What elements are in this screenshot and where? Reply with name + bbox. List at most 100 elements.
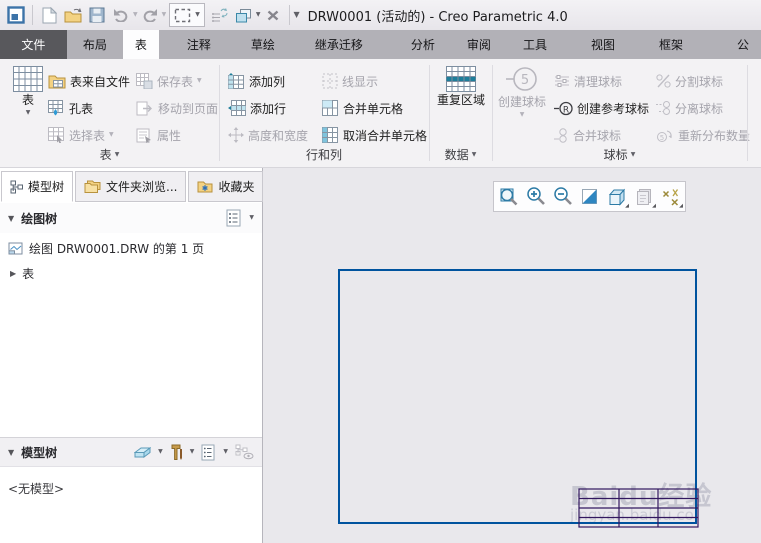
zoom-region-button[interactable] [496, 184, 521, 209]
tab-review[interactable]: 审阅 [455, 30, 503, 59]
display-style-arrow[interactable]: ◢ [625, 203, 629, 209]
merge-balloons-button[interactable]: 合并球标 [554, 123, 621, 147]
collapse-arrow-icon[interactable]: ▼ [8, 214, 14, 223]
merge-cells-icon [322, 100, 338, 116]
saved-views-button[interactable]: ◢ [631, 184, 656, 209]
tab-framework[interactable]: 框架 [647, 30, 695, 59]
window-arrange-button[interactable] [232, 2, 256, 28]
table-big-button[interactable]: 表 ▼ [6, 66, 50, 116]
move-to-page-button[interactable]: 移动到页面 [136, 96, 218, 120]
filter-arrow[interactable]: ▼ [158, 449, 163, 455]
tab-model-tree[interactable]: 模型树 [1, 171, 74, 202]
save-table-dropdown-arrow[interactable]: ▼ [197, 78, 202, 84]
height-width-button[interactable]: 高度和宽度 [228, 123, 308, 147]
table-big-dropdown-arrow[interactable]: ▼ [26, 109, 31, 116]
model-tree-icon [10, 180, 23, 193]
create-balloons-arrow[interactable]: ▼ [520, 111, 525, 118]
tools-icon[interactable] [170, 444, 183, 460]
tab-analysis[interactable]: 分析 [399, 30, 447, 59]
hole-table-button[interactable]: 孔表 [48, 96, 93, 120]
expand-arrow-icon[interactable]: ▶ [10, 269, 16, 278]
show-tree-disabled-icon[interactable] [235, 444, 254, 460]
save-table-button[interactable]: 保存表 ▼ [136, 69, 202, 93]
split-balloons-button[interactable]: 分割球标 [656, 69, 723, 93]
svg-text:5: 5 [521, 73, 529, 88]
tab-sketch[interactable]: 草绘 [239, 30, 287, 59]
open-file-button[interactable] [61, 2, 85, 28]
select-table-button[interactable]: 选择表 ▼ [48, 123, 114, 147]
datum-display-arrow[interactable]: ◢ [679, 203, 683, 209]
navigator-tabs: 模型树 文件夹浏览... 收藏夹 [1, 171, 264, 202]
tab-favorites[interactable]: 收藏夹 [188, 171, 264, 202]
in-graphics-toolbar: ◢ ◢ ◢ [493, 181, 686, 212]
cleanup-balloons-button[interactable]: 清理球标 [554, 69, 622, 93]
tab-annotate[interactable]: 注释 [175, 30, 223, 59]
add-row-button[interactable]: 添加行 [228, 96, 286, 120]
redistribute-qty-button[interactable]: 5 重新分布数量 [656, 123, 750, 147]
balloon-group-label[interactable]: 球标 ▼ [492, 146, 747, 163]
tree-item-drawing-page[interactable]: 绘图 DRW0001.DRW 的第 1 页 [8, 240, 204, 257]
tab-view[interactable]: 视图 [579, 30, 627, 59]
zoom-out-button[interactable] [550, 184, 575, 209]
tree-list-settings-icon[interactable] [201, 444, 216, 461]
selection-filter-toggle[interactable]: ▼ [169, 3, 205, 27]
merge-cells-button[interactable]: 合并单元格 [322, 96, 403, 120]
line-display-button[interactable]: 线显示 [322, 69, 378, 93]
selection-filter-arrow[interactable]: ▼ [195, 12, 200, 18]
tab-folder-browser[interactable]: 文件夹浏览... [75, 171, 187, 202]
repeat-region-big-button[interactable]: 重复区域 [433, 66, 489, 108]
tab-file[interactable]: 文件 [0, 30, 67, 59]
display-style-button[interactable]: ◢ [604, 184, 629, 209]
add-column-button[interactable]: 添加列 [228, 69, 285, 93]
repaint-button[interactable] [577, 184, 602, 209]
tools-arrow[interactable]: ▼ [190, 449, 195, 455]
table-properties-button[interactable]: 属性 [136, 123, 181, 147]
save-button[interactable] [85, 2, 109, 28]
redo-dropdown-arrow[interactable]: ▼ [162, 12, 167, 18]
collapse-arrow-icon[interactable]: ▼ [8, 448, 14, 457]
regenerate-button[interactable] [208, 2, 232, 28]
merge-balloons-icon [554, 127, 567, 143]
ribbon-tab-strip: 文件 布局 表 注释 草绘 继承迁移 分析 审阅 工具 视图 框架 公 [0, 30, 761, 59]
redo-button[interactable] [138, 2, 162, 28]
undo-button[interactable] [109, 2, 133, 28]
title-bar: ▼ ▼ ▼ ▼ ▼ DRW0001 (活动的) - Creo Parametri… [0, 0, 761, 30]
select-table-dropdown-arrow[interactable]: ▼ [109, 132, 114, 138]
data-group-label[interactable]: 数据 ▼ [429, 146, 492, 163]
table-from-file-button[interactable]: 表来自文件 [48, 69, 130, 93]
filter-box-icon[interactable] [134, 446, 152, 459]
tab-legacy-migration[interactable]: 继承迁移 [303, 30, 375, 59]
no-model-label: <无模型> [8, 482, 65, 496]
group-separator [747, 65, 748, 161]
line-display-icon [322, 73, 338, 89]
height-width-icon [228, 127, 244, 143]
new-file-button[interactable] [37, 2, 61, 28]
tree-item-table[interactable]: ▶ 表 [10, 265, 34, 282]
favorites-folder-icon [197, 181, 213, 193]
saved-views-arrow[interactable]: ◢ [652, 203, 656, 209]
tab-tools[interactable]: 工具 [511, 30, 559, 59]
selection-box-icon [175, 8, 191, 22]
svg-text:R: R [563, 105, 569, 115]
redistribute-icon: 5 [657, 130, 672, 142]
create-ref-balloon-button[interactable]: R 创建参考球标 [554, 96, 649, 120]
detach-balloons-button[interactable]: 分离球标 [656, 96, 723, 120]
list-settings-arrow[interactable]: ▼ [223, 449, 228, 455]
tree-settings-icon[interactable] [226, 209, 242, 227]
zoom-in-button[interactable] [523, 184, 548, 209]
table-group-label[interactable]: 表 ▼ [0, 146, 219, 163]
graphics-area[interactable]: Baidu经验 jingyan.baidu.co ◢ ◢ ◢ [264, 168, 761, 543]
tab-table[interactable]: 表 [122, 30, 159, 59]
tree-settings-arrow[interactable]: ▼ [249, 215, 254, 221]
add-column-icon [228, 73, 244, 89]
tab-partial-right[interactable]: 公 [725, 30, 761, 59]
tab-layout[interactable]: 布局 [71, 30, 119, 59]
add-row-icon [228, 100, 246, 116]
app-window-icon[interactable] [4, 2, 28, 28]
balloon-group-arrow: ▼ [630, 150, 636, 158]
unmerge-cells-button[interactable]: 取消合并单元格 [322, 123, 427, 147]
datum-display-button[interactable]: ◢ [658, 184, 683, 209]
close-window-button[interactable] [261, 2, 285, 28]
qat-customize-arrow[interactable]: ▼ [294, 11, 300, 19]
create-balloons-big-button[interactable]: 5 创建球标 ▼ [496, 66, 548, 118]
